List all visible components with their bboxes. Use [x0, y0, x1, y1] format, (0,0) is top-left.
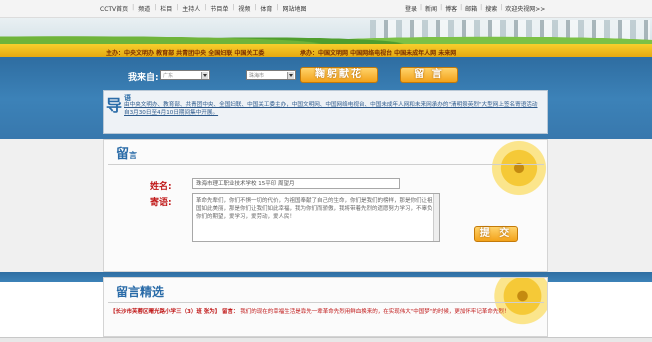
submit-button[interactable]: 提 交: [474, 226, 518, 242]
banner-grass-decoration: [0, 26, 652, 44]
nav-separator: |: [420, 4, 423, 11]
nav-link-video[interactable]: 视频: [238, 4, 250, 13]
nav-separator: |: [254, 4, 257, 11]
nav-link-blog[interactable]: 博客: [445, 4, 457, 13]
chevron-down-icon: [201, 72, 208, 79]
guide-text-link[interactable]: 由中央文明办、教育部、共青团中央、全国妇联、中国关工委主办，中国文明网、中国网络…: [124, 101, 542, 117]
nav-separator: |: [132, 4, 135, 11]
top-nav-left-links: CCTV首页 | 频道 | 栏目 | 主持人 | 节目单 | 视频 | 体育 |…: [100, 4, 306, 13]
nav-link-news[interactable]: 新闻: [425, 4, 437, 13]
entry-author: 【长沙市芙蓉区曙光路小学三（3）班 张为】: [110, 309, 221, 315]
nav-separator: |: [154, 4, 157, 11]
chevron-down-icon: [287, 72, 294, 79]
nav-link-login[interactable]: 登录: [405, 4, 417, 13]
nav-link-sports[interactable]: 体育: [260, 4, 272, 13]
message-button[interactable]: 留 言: [400, 67, 458, 83]
nav-link-channel[interactable]: 频道: [138, 4, 150, 13]
tribute-button[interactable]: 鞠躬献花: [300, 67, 378, 83]
from-label: 我来自:: [128, 73, 159, 83]
message-textarea[interactable]: 革命先辈们，你们不惧一切的代价，为祖国奉献了自己的生命，你们是我们的榜样，那是你…: [192, 193, 440, 242]
status-bar: [0, 337, 652, 342]
list-item: 【长沙市芙蓉区曙光路小学三（3）班 张为】 留言： 我们的现在的幸福生活是靠先一…: [110, 308, 542, 317]
nav-link-cctv-home[interactable]: CCTV首页: [100, 4, 128, 13]
nav-separator: |: [440, 4, 443, 11]
guide-title: 导: [106, 96, 123, 115]
selected-messages-title: 留言精选: [116, 285, 165, 299]
divider: [108, 164, 544, 165]
nav-link-sitemap[interactable]: 网站地图: [282, 4, 306, 13]
sponsor-strip: 主办：中央文明办 教育部 共青团中央 全国妇联 中国关工委 承办：中国文明网 中…: [0, 44, 652, 59]
city-select-value: 珠海市: [249, 73, 265, 79]
message-form-title: 留言: [116, 143, 137, 162]
nav-separator: |: [500, 4, 503, 11]
message-label: 寄语:: [150, 198, 172, 208]
nav-separator: |: [460, 4, 463, 11]
banner-image: [0, 18, 652, 44]
top-nav: CCTV首页 | 频道 | 栏目 | 主持人 | 节目单 | 视频 | 体育 |…: [0, 0, 652, 18]
selected-messages-panel: 留言精选 【长沙市芙蓉区曙光路小学三（3）班 张为】 留言： 我们的现在的幸福生…: [103, 277, 548, 338]
province-select-value: 广东: [163, 73, 174, 79]
nav-separator: |: [276, 4, 279, 11]
message-title-small: 言: [129, 151, 138, 160]
nav-separator: |: [204, 4, 207, 11]
nav-separator: |: [176, 4, 179, 11]
nav-link-mail[interactable]: 邮箱: [465, 4, 477, 13]
nav-link-welcome[interactable]: 欢迎央视网>>: [505, 4, 545, 13]
nav-separator: |: [480, 4, 483, 11]
sunflower-decoration: [477, 140, 547, 210]
host-text: 主办：中央文明办 教育部 共青团中央 全国妇联 中国关工委: [106, 50, 265, 57]
city-select[interactable]: 珠海市: [246, 70, 296, 80]
entry-body: 我们的现在的幸福生活是靠先一辈革命先烈用鲜血换来的，在实现伟大"中国梦"的时候，…: [240, 309, 510, 315]
nav-separator: |: [232, 4, 235, 11]
message-title-big: 留: [116, 147, 130, 162]
message-textarea-value: 革命先辈们，你们不惧一切的代价，为祖国奉献了自己的生命，你们是我们的榜样，那是你…: [196, 198, 433, 220]
name-input[interactable]: 珠海市理工职业技术学校 15平印 周望月: [192, 178, 400, 189]
nav-link-host[interactable]: 主持人: [182, 4, 200, 13]
province-select[interactable]: 广东: [160, 70, 210, 80]
top-nav-right-links: 登录 | 新闻 | 博客 | 邮箱 | 搜索 | 欢迎央视网>>: [405, 4, 545, 13]
divider: [108, 302, 544, 303]
nav-link-column[interactable]: 栏目: [160, 4, 172, 13]
name-label: 姓名:: [150, 182, 172, 192]
nav-link-search[interactable]: 搜索: [485, 4, 497, 13]
nav-link-schedule[interactable]: 节目单: [210, 4, 228, 13]
textarea-scrollbar[interactable]: [433, 194, 439, 241]
entry-tag: 留言：: [222, 309, 239, 315]
organizer-text: 承办：中国文明网 中国网络电视台 中国未成年人网 未来网: [300, 50, 457, 57]
guide-panel: 导 语 由中央文明办、教育部、共青团中央、全国妇联、中国关工委主办，中国文明网、…: [103, 90, 548, 134]
